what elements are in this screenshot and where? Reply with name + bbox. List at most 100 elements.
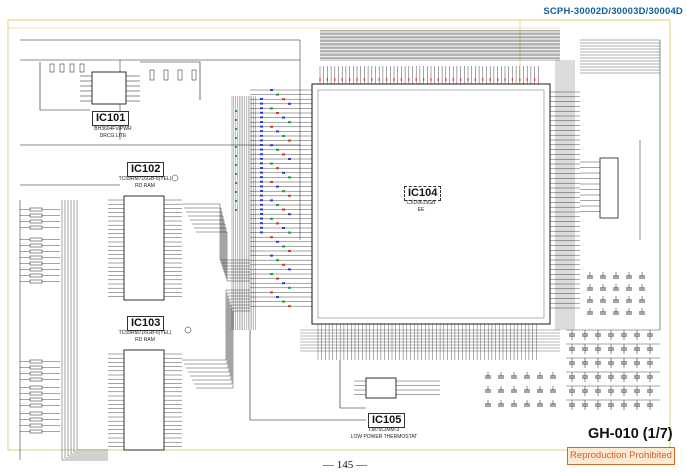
ic105-body [365, 377, 397, 399]
pin-marker [270, 217, 273, 220]
resistor-network [29, 243, 43, 248]
board-title: GH-010 (1/7) [588, 426, 673, 442]
pin-marker [288, 194, 291, 197]
pin-marker-red [415, 78, 417, 81]
pin-marker-blue [260, 148, 263, 151]
pin-marker-red [519, 78, 521, 81]
pin-marker-blue [260, 153, 263, 156]
pin-marker [276, 130, 279, 133]
rdram-bus-b [182, 289, 250, 361]
rdram-bus-b [192, 304, 250, 381]
pin-marker [282, 208, 285, 211]
pin-marker-red [467, 78, 469, 81]
ic104-description: EE [417, 207, 425, 213]
ic102-body [123, 195, 165, 301]
resistor-network [29, 429, 43, 434]
resistor [149, 69, 155, 81]
resistor [59, 63, 65, 73]
pin-marker-red [423, 78, 425, 81]
pin-marker-blue [260, 162, 263, 165]
wire-path [249, 330, 366, 421]
pin-marker-green [235, 173, 237, 175]
model-numbers-header: SCPH-30002D/30003D/30004D [543, 6, 683, 17]
resistor-network [29, 237, 43, 242]
pin-marker-red [349, 78, 351, 81]
pin-marker-green [235, 128, 237, 130]
pin-marker-blue [260, 213, 263, 215]
rdram-bus-b [184, 292, 250, 365]
pin-marker [276, 222, 279, 225]
pin-marker [270, 291, 273, 294]
page-number: — 145 — [323, 459, 367, 471]
resistor [191, 69, 197, 81]
pin-marker [276, 148, 279, 151]
resistor-network [29, 273, 43, 278]
pin-marker [270, 254, 273, 257]
pin-marker-red [386, 78, 388, 81]
resistor [49, 63, 55, 73]
ic103-label: IC103 [127, 316, 165, 331]
pin-marker-green [235, 209, 237, 211]
pin-marker-blue [260, 176, 263, 179]
pin-marker [282, 282, 285, 285]
pin-marker [288, 305, 291, 308]
pin-marker-blue [260, 194, 263, 197]
pin-marker-red [534, 78, 536, 81]
pin-marker [276, 112, 279, 114]
pin-marker-blue [260, 222, 263, 225]
pin-marker-red [511, 78, 513, 81]
pin-marker-green [235, 119, 237, 121]
pin-marker-red [497, 78, 499, 81]
pin-marker-green [235, 164, 237, 166]
pin-marker-red [363, 78, 365, 81]
pin-marker-blue [260, 134, 263, 137]
pin-marker-red [400, 78, 402, 81]
right-connector [599, 157, 619, 219]
pin-marker-blue [260, 107, 263, 110]
ic103-description: RD RAM [135, 337, 155, 343]
ic103-part-number: TC59RM716GB-6(YEL) [118, 330, 172, 336]
resistor [69, 63, 75, 73]
pin-marker-blue [260, 217, 263, 220]
pin-marker [270, 273, 273, 275]
pin-marker [282, 171, 285, 174]
pin-marker [288, 231, 291, 234]
pin-marker [270, 236, 273, 239]
pin-marker-blue [260, 111, 263, 114]
wire-path [339, 360, 366, 409]
rdram-bus-b [196, 310, 250, 389]
rdram-return [64, 200, 108, 459]
pin-marker [270, 125, 273, 128]
schematic-diagram [7, 19, 671, 461]
pin-marker [282, 190, 285, 193]
resistor-network [29, 377, 43, 382]
pin-marker-red [504, 78, 506, 81]
ic101-description: DRCG LITE [99, 133, 127, 139]
pin-marker-red [482, 78, 484, 81]
pin-marker [288, 176, 291, 179]
pin-marker-blue [260, 231, 263, 234]
pin-marker-green [235, 182, 237, 184]
pin-marker-blue [260, 180, 263, 183]
ic105-part-number: LM75CIMM-3 [368, 427, 400, 433]
pin-marker-blue [260, 157, 263, 160]
resistor-network [29, 385, 43, 390]
pin-marker [282, 227, 285, 229]
resistor-network [29, 371, 43, 376]
pin-marker-red [489, 78, 491, 81]
resistor-network [29, 397, 43, 402]
pin-marker [282, 245, 285, 248]
pin-marker [276, 204, 279, 206]
rdram-return [76, 200, 108, 451]
resistor-network [29, 225, 43, 230]
pin-marker-red [334, 78, 336, 81]
pin-marker-red [526, 78, 528, 81]
pin-marker-red [371, 78, 373, 81]
resistor-network [29, 213, 43, 218]
pin-marker-blue [260, 226, 263, 229]
pin-marker-red [378, 78, 380, 81]
pin-marker-blue [260, 144, 263, 146]
pin-marker [270, 162, 273, 165]
resistor-network [29, 403, 43, 408]
ic102-label: IC102 [127, 162, 165, 177]
